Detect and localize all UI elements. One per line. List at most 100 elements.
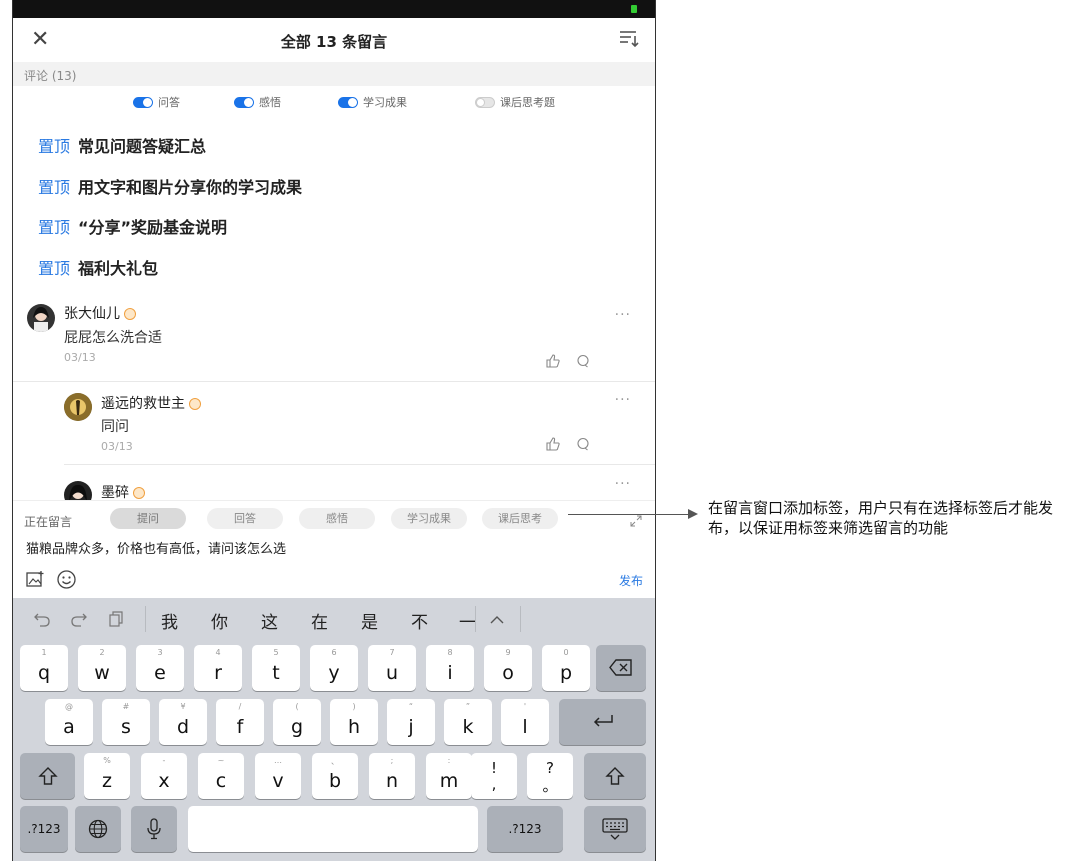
undo-icon[interactable] [33,611,51,627]
tag-chip-answer[interactable]: 回答 [207,508,283,529]
key-m[interactable]: :m [426,753,472,799]
comment-author[interactable]: 墨碎 [101,482,145,502]
key-k[interactable]: ” k [444,699,492,745]
key-b[interactable]: 、 b [312,753,358,799]
reply-icon[interactable] [576,437,590,451]
shift-icon [605,767,625,785]
key-w[interactable]: 2w [78,645,126,691]
comment-date: 03/13 [64,351,96,364]
key-v[interactable]: … v [255,753,301,799]
separator [475,606,476,632]
candidate-word[interactable]: 在 [311,608,328,633]
compose-label: 正在留言 [24,515,73,529]
clipboard-icon[interactable] [108,611,123,627]
return-icon [593,715,613,727]
tag-chip-ask[interactable]: 提问 [110,508,186,529]
key-f[interactable]: / f [216,699,264,745]
key-x[interactable]: -x [141,753,187,799]
globe-key[interactable] [75,806,121,852]
candidate-word[interactable]: 这 [261,608,278,633]
key-n[interactable]: ; n [369,753,415,799]
chevron-up-icon[interactable] [490,615,504,625]
punctuation-key[interactable]: ?。 [527,753,573,799]
toggle-switch[interactable] [338,96,358,108]
key-c[interactable]: ~ c [198,753,244,799]
avatar[interactable] [64,393,92,421]
dictation-key[interactable] [131,806,177,852]
pinned-item[interactable]: 置顶 “分享”奖励基金说明 [38,214,227,238]
image-upload-icon[interactable] [26,570,45,588]
compose-input[interactable]: 猫粮品牌众多，价格也有高低，请问该怎么选 [26,538,286,557]
emoji-icon[interactable] [57,570,76,589]
number-mode-key[interactable]: .?123 [20,806,68,852]
key-p[interactable]: 0p [542,645,590,691]
key-q[interactable]: 1q [20,645,68,691]
shift-icon [38,767,58,785]
candidate-word[interactable]: 你 [211,608,228,633]
publish-button[interactable]: 发布 [619,572,643,589]
punctuation-key[interactable]: !, [471,753,517,799]
like-icon[interactable] [545,353,561,369]
candidate-word[interactable]: 是 [361,608,378,633]
filter-toggle-insight[interactable]: 感悟 [234,94,281,110]
key-e[interactable]: 3e [136,645,184,691]
tag-chip-insight[interactable]: 感悟 [299,508,375,529]
like-icon[interactable] [545,436,561,452]
shift-key-right[interactable] [584,753,646,799]
avatar[interactable] [27,304,55,332]
reply-icon[interactable] [576,354,590,368]
tag-chip-results[interactable]: 学习成果 [391,508,467,529]
toggle-switch[interactable] [475,96,495,108]
toggle-switch[interactable] [234,96,254,108]
key-l[interactable]: ' l [501,699,549,745]
pinned-tag: 置顶 [38,259,71,278]
page-title: 全部 13 条留言 [280,33,388,51]
key-o[interactable]: 9o [484,645,532,691]
sort-icon[interactable] [619,30,639,48]
candidate-word[interactable]: 一 [459,608,476,633]
pinned-item[interactable]: 置顶 常见问题答疑汇总 [38,133,206,157]
pinned-title: 用文字和图片分享你的学习成果 [78,178,303,197]
more-icon[interactable]: ··· [615,392,631,408]
filter-toggle-qa[interactable]: 问答 [133,94,180,110]
key-d[interactable]: ¥ d [159,699,207,745]
backspace-icon [609,659,632,676]
more-icon[interactable]: ··· [615,476,631,492]
key-a[interactable]: @ a [45,699,93,745]
return-key[interactable] [559,699,646,745]
hide-keyboard-key[interactable] [584,806,646,852]
filter-toggle-homework[interactable]: 课后思考题 [475,94,555,110]
key-r[interactable]: 4r [194,645,242,691]
expand-icon[interactable] [630,515,642,527]
comment-section-bar: 评论 (13) [13,62,655,86]
key-u[interactable]: 7u [368,645,416,691]
toggle-label: 课后思考题 [500,96,555,109]
comment-author[interactable]: 遥远的救世主 [101,393,201,413]
redo-icon[interactable] [70,611,88,627]
number-mode-key[interactable]: .?123 [487,806,563,852]
filter-toggle-results[interactable]: 学习成果 [338,94,407,110]
space-key[interactable] [188,806,478,852]
key-y[interactable]: 6y [310,645,358,691]
key-j[interactable]: “j [387,699,435,745]
candidate-word[interactable]: 我 [161,608,178,633]
comment-date: 03/13 [101,440,133,453]
more-icon[interactable]: ··· [615,307,631,323]
pinned-item[interactable]: 置顶 福利大礼包 [38,255,158,279]
candidate-word[interactable]: 不 [411,608,428,633]
comment-author[interactable]: 张大仙儿 [64,303,136,323]
shift-key-left[interactable] [20,753,75,799]
compose-panel: 正在留言 提问 回答 感悟 学习成果 课后思考 猫粮品牌众多，价格也有高低，请问… [13,500,655,599]
pinned-item[interactable]: 置顶 用文字和图片分享你的学习成果 [38,174,302,198]
tag-chip-homework[interactable]: 课后思考 [482,508,558,529]
comment-text: 屁屁怎么洗合适 [64,330,162,346]
backspace-key[interactable] [596,645,646,691]
key-s[interactable]: # s [102,699,150,745]
key-t[interactable]: 5t [252,645,300,691]
key-h[interactable]: ) h [330,699,378,745]
key-i[interactable]: 8i [426,645,474,691]
toggle-switch[interactable] [133,96,153,108]
key-g[interactable]: (g [273,699,321,745]
section-label: 评论 (13) [24,69,77,83]
key-z[interactable]: % z [84,753,130,799]
